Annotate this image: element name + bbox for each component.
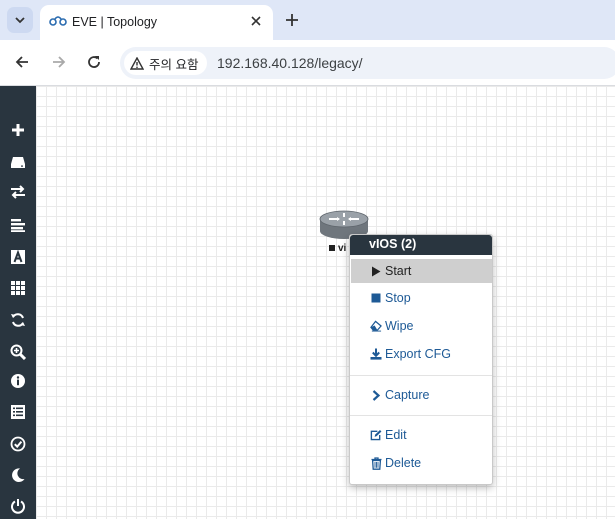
menu-item-edit[interactable]: Edit (351, 423, 492, 447)
edit-icon (370, 429, 382, 441)
stop-icon (370, 292, 382, 304)
download-icon (370, 348, 382, 360)
browser-tab[interactable]: EVE | Topology (40, 5, 273, 40)
back-button[interactable] (11, 51, 33, 73)
context-menu-title: vIOS (2) (350, 235, 492, 255)
plus-icon (286, 14, 298, 26)
info-icon[interactable] (7, 370, 29, 392)
chevron-down-icon (15, 17, 25, 24)
node-context-menu: vIOS (2) Start Stop Wipe Export CFG Capt… (349, 234, 493, 485)
tab-close-button[interactable] (247, 12, 265, 30)
url-text[interactable]: 192.168.40.128/legacy/ (217, 55, 363, 71)
dark-mode-icon[interactable] (7, 464, 29, 486)
eraser-icon (370, 320, 382, 332)
grid-icon[interactable] (7, 277, 29, 299)
menu-item-label: Edit (385, 428, 407, 442)
node-label[interactable]: vi (329, 243, 346, 254)
eve-sidebar (0, 86, 36, 519)
warning-icon (130, 56, 144, 70)
menu-item-export-cfg[interactable]: Export CFG (351, 342, 492, 366)
arrow-left-icon (15, 56, 28, 68)
node-label-text: vi (338, 243, 347, 254)
security-chip-label: 주의 요함 (149, 57, 199, 72)
menu-item-stop[interactable]: Stop (351, 286, 492, 310)
menu-item-capture[interactable]: Capture (351, 383, 492, 407)
close-icon (251, 16, 261, 26)
browser-tab-bar: EVE | Topology (0, 0, 615, 40)
power-icon[interactable] (7, 495, 29, 517)
arrow-right-icon (53, 56, 66, 68)
menu-item-label: Start (385, 264, 412, 278)
node-status-icon (329, 245, 335, 251)
security-chip[interactable]: 주의 요함 (124, 51, 208, 75)
refresh-icon[interactable] (7, 309, 29, 331)
menu-item-wipe[interactable]: Wipe (351, 314, 492, 338)
chevron-right-icon (370, 389, 382, 401)
forward-button[interactable] (48, 51, 70, 73)
menu-item-start[interactable]: Start (351, 259, 492, 283)
networks-icon[interactable] (7, 181, 29, 203)
menu-divider (350, 415, 492, 416)
menu-item-label: Stop (385, 291, 411, 305)
add-object-icon[interactable] (7, 119, 29, 141)
trash-icon (370, 456, 382, 470)
reload-icon (88, 56, 100, 68)
menu-item-label: Delete (385, 456, 422, 470)
nodes-icon[interactable] (7, 151, 29, 173)
startup-configs-icon[interactable] (7, 214, 29, 236)
tab-title: EVE | Topology (72, 15, 158, 29)
new-tab-button[interactable] (282, 10, 302, 30)
menu-item-label: Export CFG (385, 347, 451, 361)
browser-toolbar: 주의 요함 192.168.40.128/legacy/ (0, 40, 615, 86)
menu-item-delete[interactable]: Delete (351, 451, 492, 475)
status-icon[interactable] (7, 433, 29, 455)
menu-divider (350, 375, 492, 376)
zoom-icon[interactable] (7, 341, 29, 363)
lab-details-icon[interactable] (7, 401, 29, 423)
address-bar[interactable]: 주의 요함 192.168.40.128/legacy/ (120, 47, 615, 79)
menu-item-label: Wipe (385, 319, 414, 333)
eve-logo-icon (49, 14, 67, 32)
tab-search-button[interactable] (7, 7, 33, 33)
play-icon (370, 265, 382, 277)
topology-canvas[interactable]: vi vIOS (2) Start Stop Wipe Export CFG C… (36, 86, 615, 519)
reload-button[interactable] (83, 51, 105, 73)
menu-item-label: Capture (385, 388, 430, 402)
text-icon[interactable] (7, 246, 29, 268)
